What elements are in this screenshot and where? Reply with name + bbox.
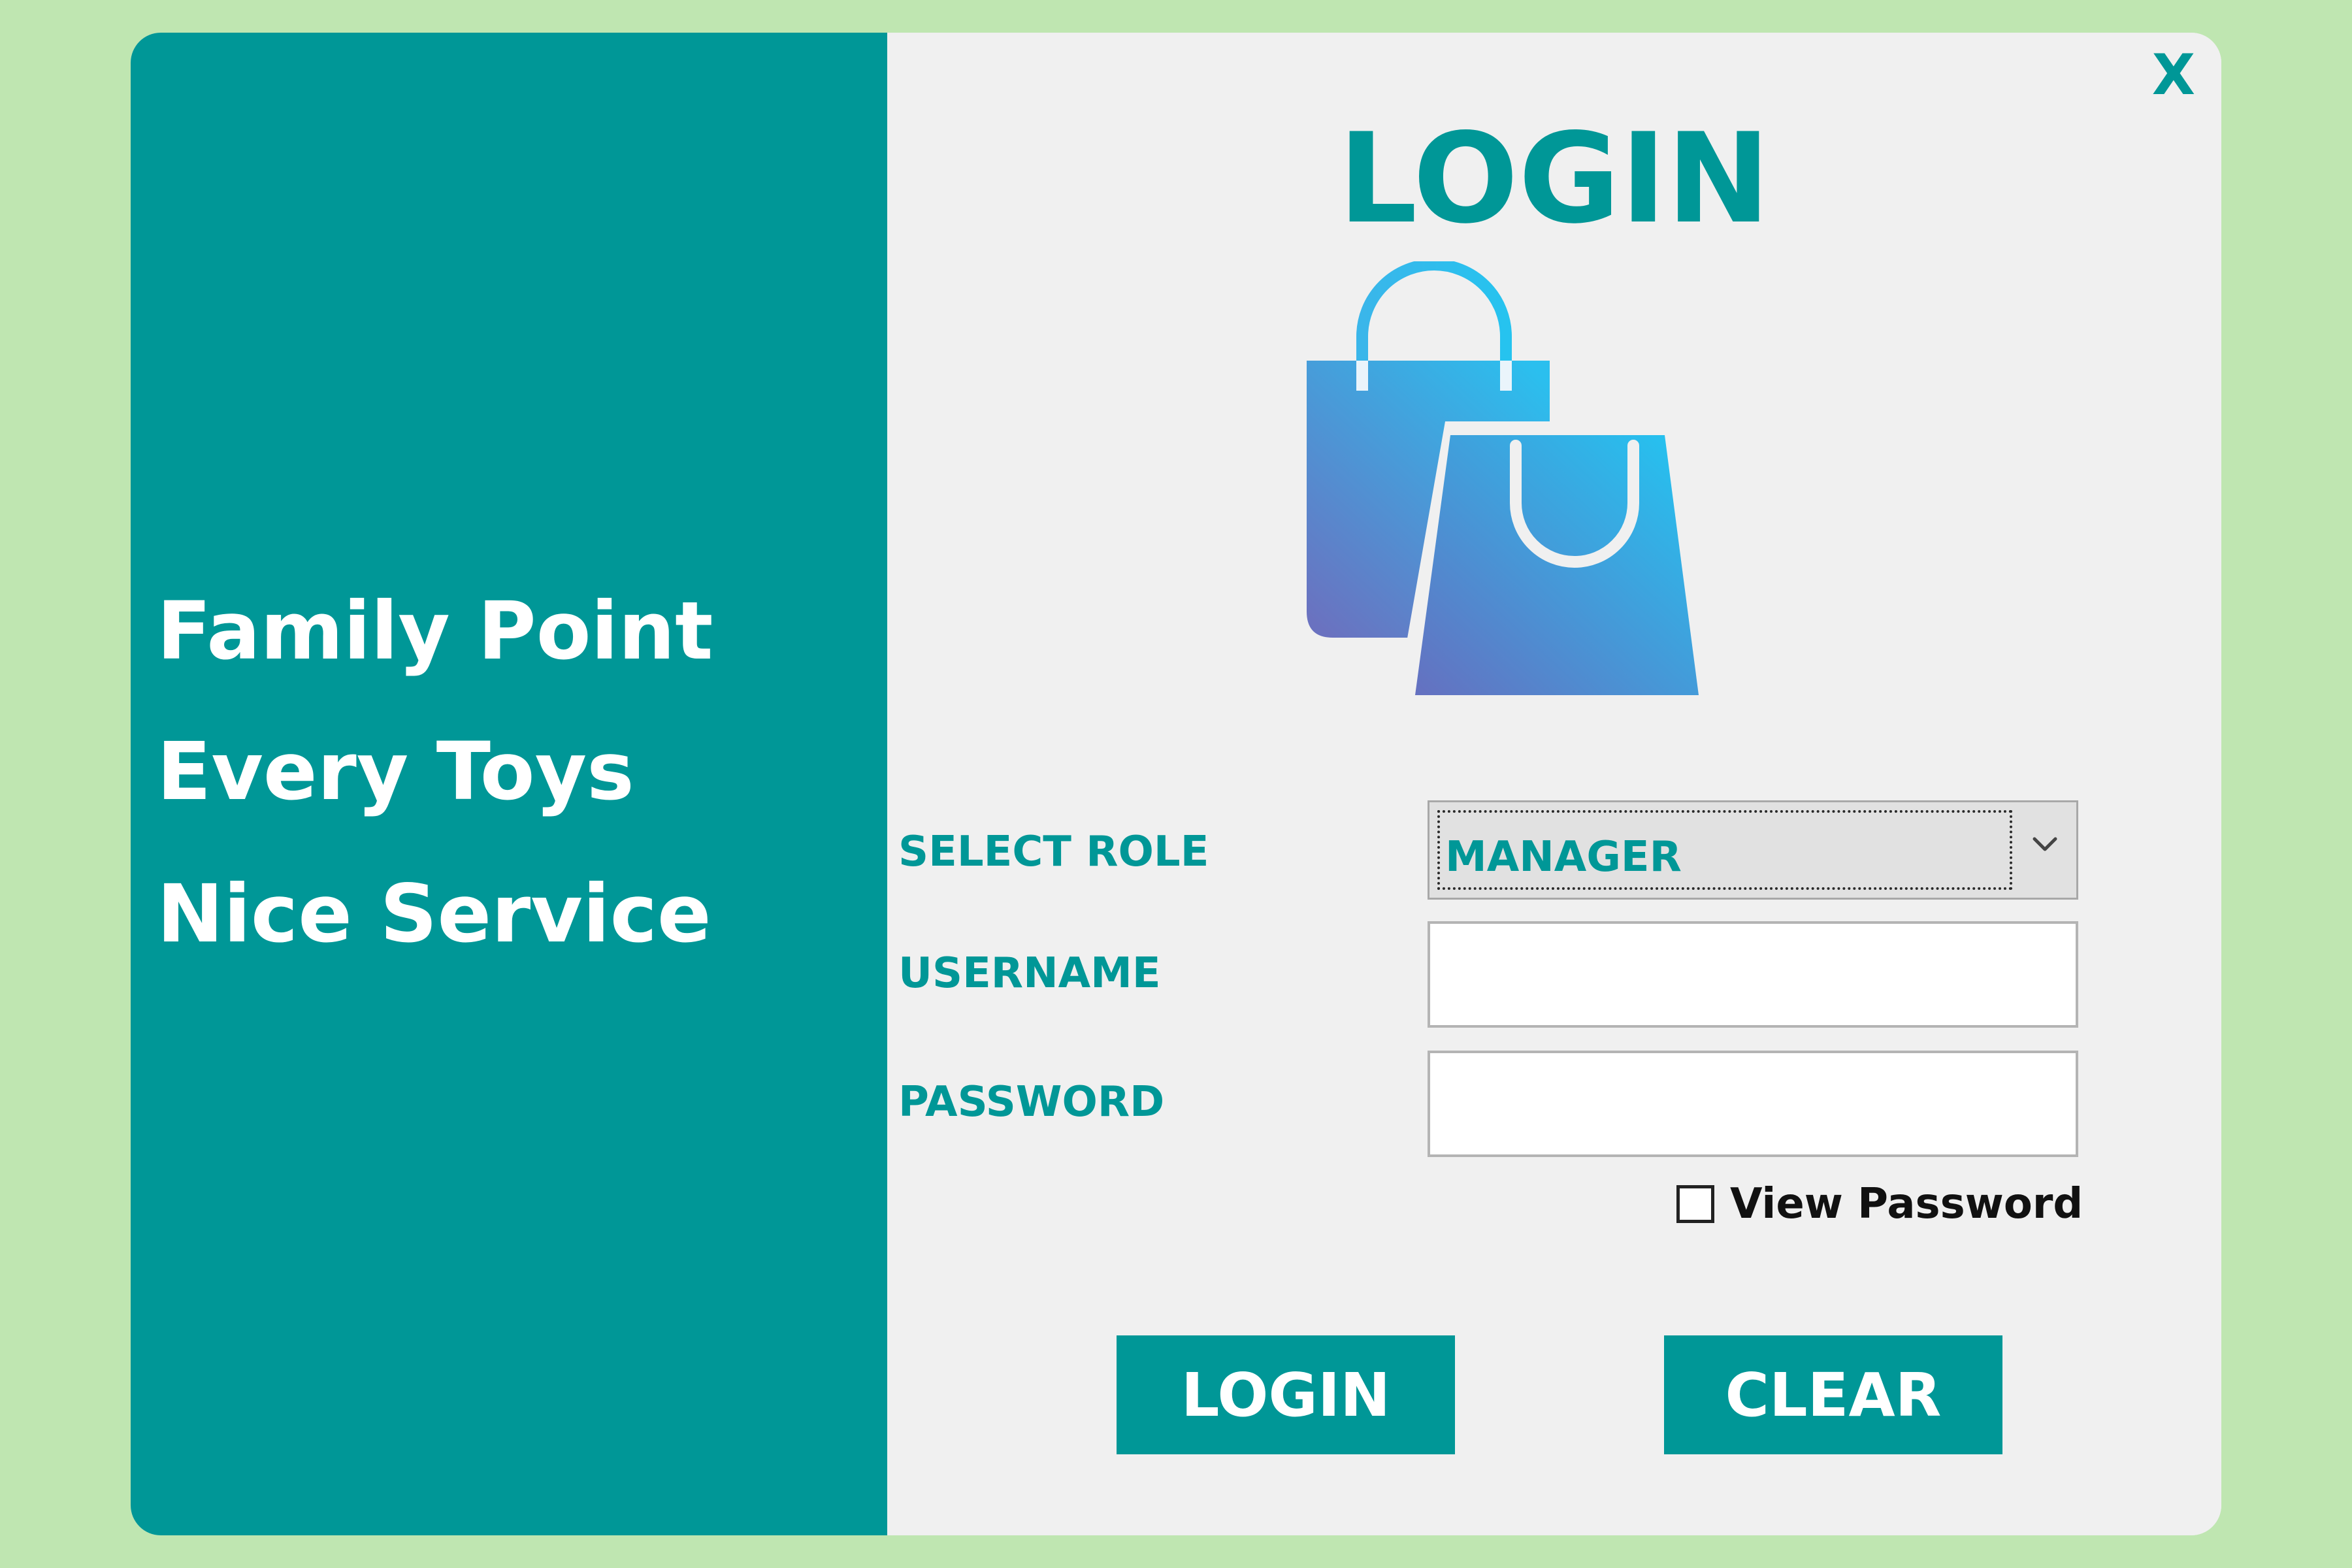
login-button[interactable]: LOGIN (1117, 1335, 1455, 1454)
login-panel: X LOGIN (887, 33, 2221, 1535)
shopping-bags-icon (1307, 261, 1699, 695)
clear-button[interactable]: CLEAR (1664, 1335, 2002, 1454)
username-label: USERNAME (898, 949, 1161, 998)
username-field[interactable] (1428, 921, 2078, 1028)
role-select[interactable]: MANAGER (1428, 800, 2078, 900)
select-role-label: SELECT ROLE (898, 828, 1209, 876)
view-password-toggle[interactable]: View Password (1676, 1180, 2083, 1228)
tagline-nice-service: Nice Service (157, 868, 711, 960)
role-select-focus-ring: MANAGER (1437, 810, 2012, 890)
tagline-family-point: Family Point (157, 585, 713, 678)
view-password-label: View Password (1730, 1180, 2083, 1228)
role-select-value: MANAGER (1445, 833, 1682, 881)
password-field[interactable] (1428, 1051, 2078, 1157)
password-label: PASSWORD (898, 1078, 1165, 1126)
chevron-down-icon[interactable] (2025, 825, 2065, 864)
page-title: LOGIN (1338, 106, 1771, 251)
tagline-every-toys: Every Toys (157, 725, 634, 818)
view-password-checkbox[interactable] (1676, 1185, 1714, 1223)
